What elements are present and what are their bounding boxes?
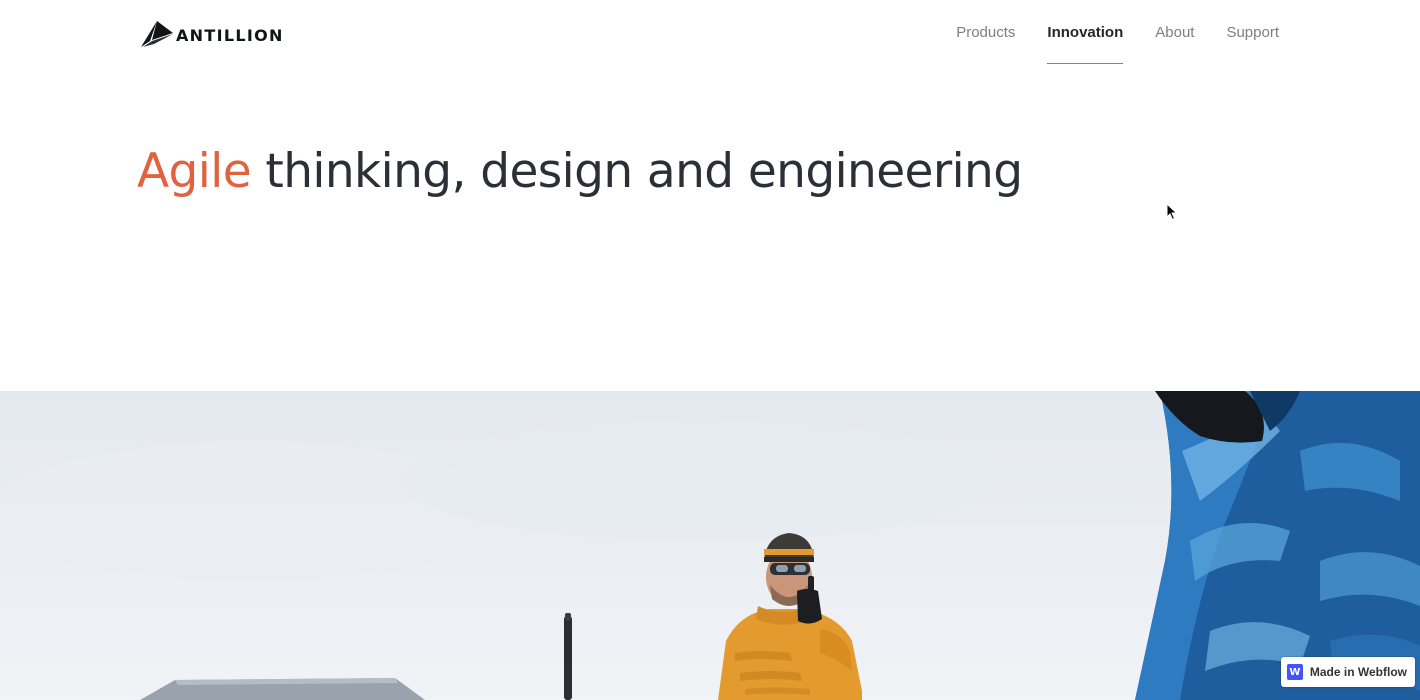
logo-link[interactable]: ANTILLION	[140, 20, 284, 48]
webflow-icon: W	[1286, 664, 1303, 680]
logo-text: ANTILLION	[176, 25, 284, 45]
antillion-peak-icon	[140, 20, 174, 48]
nav-item-support[interactable]: Support	[1210, 0, 1279, 64]
nav-item-about[interactable]: About	[1139, 0, 1210, 64]
hero-title-rest: thinking, design and engineering	[251, 144, 1023, 199]
hero-title: Agile thinking, design and engineering	[137, 144, 1023, 199]
nav-item-products[interactable]: Products	[940, 0, 1031, 64]
hero-photo-illustration	[0, 391, 1420, 700]
site-header: ANTILLION Products Innovation About Supp…	[0, 0, 1420, 68]
hero-title-accent: Agile	[137, 144, 252, 199]
made-in-webflow-badge[interactable]: W Made in Webflow	[1280, 657, 1415, 687]
mouse-cursor-icon	[1166, 202, 1178, 226]
badge-label: Made in Webflow	[1309, 665, 1407, 679]
page: ANTILLION Products Innovation About Supp…	[0, 0, 1420, 700]
nav-item-innovation[interactable]: Innovation	[1031, 0, 1139, 64]
hero-photo	[0, 391, 1420, 700]
main-nav: Products Innovation About Support	[940, 0, 1279, 64]
